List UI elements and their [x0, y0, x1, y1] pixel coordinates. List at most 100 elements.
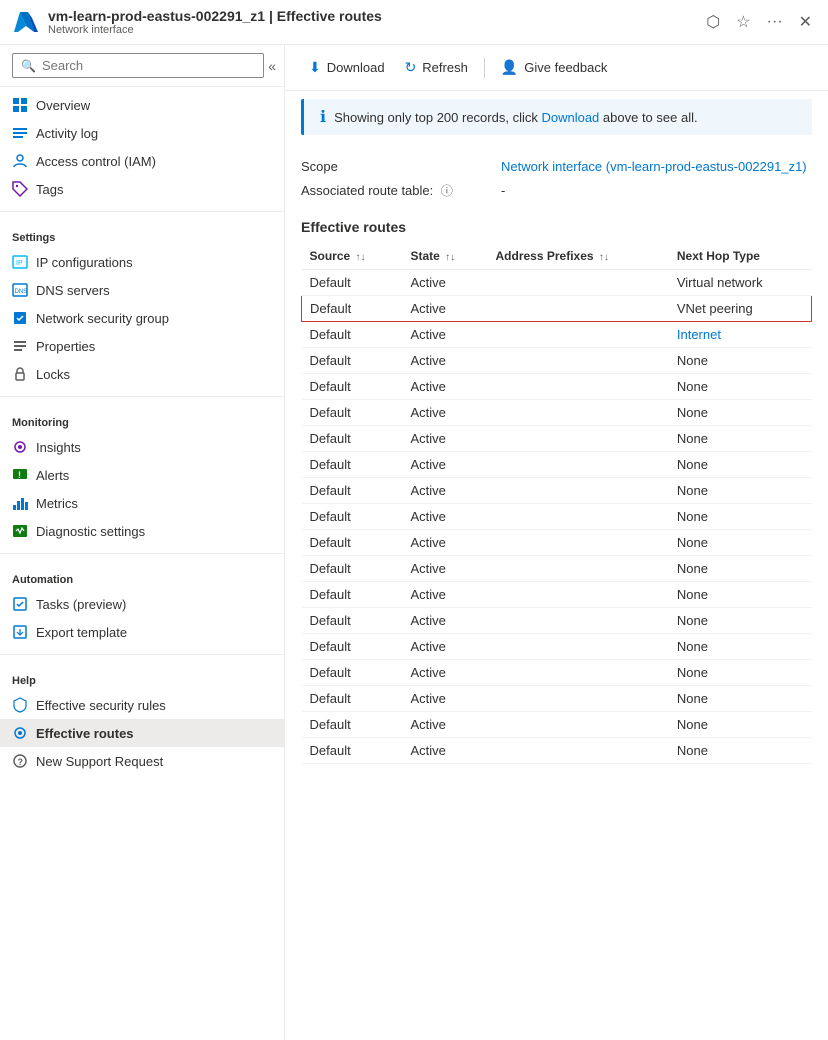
- table-row[interactable]: DefaultActiveNone: [302, 660, 812, 686]
- help-divider: [0, 654, 284, 655]
- table-row[interactable]: DefaultActiveNone: [302, 556, 812, 582]
- cell-state: Active: [402, 452, 487, 478]
- col-state: State ↑↓: [402, 243, 487, 270]
- sidebar-item-export-template[interactable]: Export template: [0, 618, 284, 646]
- cell-source: Default: [302, 452, 403, 478]
- export-icon: [12, 624, 28, 640]
- dns-icon: DNS: [12, 282, 28, 298]
- route-table-label: Associated route table: ⓘ: [301, 182, 501, 199]
- table-row[interactable]: DefaultActiveNone: [302, 608, 812, 634]
- table-row[interactable]: DefaultActiveNone: [302, 738, 812, 764]
- cell-source: Default: [302, 582, 403, 608]
- sidebar-item-tasks-preview[interactable]: Tasks (preview): [0, 590, 284, 618]
- cell-address-prefix: [488, 400, 669, 426]
- metrics-label: Metrics: [36, 496, 78, 511]
- sidebar-item-ip-configurations[interactable]: IP IP configurations: [0, 248, 284, 276]
- cell-state: Active: [402, 426, 487, 452]
- toolbar-separator: [484, 58, 485, 78]
- cell-state: Active: [402, 296, 487, 322]
- sidebar-item-dns-servers[interactable]: DNS DNS servers: [0, 276, 284, 304]
- sidebar-item-diagnostic-settings[interactable]: Diagnostic settings: [0, 517, 284, 545]
- cell-address-prefix: [488, 530, 669, 556]
- sort-state-icon[interactable]: ↑↓: [445, 252, 455, 263]
- sort-address-icon[interactable]: ↑↓: [599, 252, 609, 263]
- cell-next-hop: None: [669, 634, 812, 660]
- routes-icon: [12, 725, 28, 741]
- table-row[interactable]: DefaultActiveVNet peering: [302, 296, 812, 322]
- sidebar-item-locks[interactable]: Locks: [0, 360, 284, 388]
- activity-log-label: Activity log: [36, 126, 98, 141]
- table-row[interactable]: DefaultActiveNone: [302, 530, 812, 556]
- cell-state: Active: [402, 374, 487, 400]
- info-tooltip-icon: ⓘ: [441, 184, 453, 198]
- table-row[interactable]: DefaultActiveNone: [302, 582, 812, 608]
- cell-source: Default: [302, 556, 403, 582]
- more-button[interactable]: ···: [763, 9, 787, 35]
- refresh-button[interactable]: ↻ Refresh: [397, 55, 476, 80]
- col-next-hop-type: Next Hop Type: [669, 243, 812, 270]
- cell-next-hop: None: [669, 582, 812, 608]
- download-link[interactable]: Download: [541, 110, 599, 125]
- sidebar-item-network-security-group[interactable]: Network security group: [0, 304, 284, 332]
- effective-security-rules-label: Effective security rules: [36, 698, 166, 713]
- table-row[interactable]: DefaultActiveNone: [302, 712, 812, 738]
- sidebar-item-tags[interactable]: Tags: [0, 175, 284, 203]
- sidebar-item-access-control[interactable]: Access control (IAM): [0, 147, 284, 175]
- next-hop-link[interactable]: Internet: [677, 327, 721, 342]
- metrics-icon: [12, 495, 28, 511]
- cell-address-prefix: [488, 374, 669, 400]
- favorite-button[interactable]: ☆: [732, 8, 754, 36]
- sidebar-item-insights[interactable]: Insights: [0, 433, 284, 461]
- sidebar-item-effective-security-rules[interactable]: Effective security rules: [0, 691, 284, 719]
- tasks-label: Tasks (preview): [36, 597, 126, 612]
- feedback-button[interactable]: 👤 Give feedback: [493, 55, 616, 80]
- sidebar-item-metrics[interactable]: Metrics: [0, 489, 284, 517]
- scope-label: Scope: [301, 159, 501, 174]
- cell-address-prefix: [488, 660, 669, 686]
- table-row[interactable]: DefaultActiveVirtual network: [302, 270, 812, 296]
- cell-source: Default: [302, 270, 403, 296]
- collapse-button[interactable]: «: [268, 58, 276, 74]
- cell-address-prefix: [488, 738, 669, 764]
- pin-button[interactable]: ⬡: [702, 8, 724, 36]
- sidebar-item-alerts[interactable]: ! Alerts: [0, 461, 284, 489]
- table-row[interactable]: DefaultActiveNone: [302, 374, 812, 400]
- header-titles: vm-learn-prod-eastus-002291_z1 | Effecti…: [48, 8, 694, 36]
- search-box[interactable]: 🔍: [12, 53, 264, 78]
- sidebar-item-activity-log[interactable]: Activity log: [0, 119, 284, 147]
- close-button[interactable]: ✕: [795, 8, 816, 36]
- sidebar-item-new-support-request[interactable]: ? New Support Request: [0, 747, 284, 775]
- settings-section-label: Settings: [0, 220, 284, 248]
- download-icon: ⬇: [309, 59, 321, 76]
- table-row[interactable]: DefaultActiveNone: [302, 478, 812, 504]
- table-row[interactable]: DefaultActiveNone: [302, 452, 812, 478]
- search-input[interactable]: [42, 58, 255, 73]
- table-row[interactable]: DefaultActiveNone: [302, 348, 812, 374]
- monitoring-divider: [0, 396, 284, 397]
- table-row[interactable]: DefaultActiveNone: [302, 686, 812, 712]
- cell-source: Default: [302, 400, 403, 426]
- table-row[interactable]: DefaultActiveNone: [302, 426, 812, 452]
- sidebar-item-overview[interactable]: Overview: [0, 91, 284, 119]
- cell-state: Active: [402, 270, 487, 296]
- cell-address-prefix: [488, 712, 669, 738]
- cell-address-prefix: [488, 348, 669, 374]
- table-row[interactable]: DefaultActiveNone: [302, 504, 812, 530]
- cell-state: Active: [402, 556, 487, 582]
- sidebar-item-properties[interactable]: Properties: [0, 332, 284, 360]
- cell-next-hop: None: [669, 738, 812, 764]
- sort-source-icon[interactable]: ↑↓: [356, 252, 366, 263]
- table-row[interactable]: DefaultActiveNone: [302, 634, 812, 660]
- alerts-icon: !: [12, 467, 28, 483]
- cell-address-prefix: [488, 686, 669, 712]
- route-table-value: -: [501, 183, 505, 198]
- table-row[interactable]: DefaultActiveInternet: [302, 322, 812, 348]
- table-row[interactable]: DefaultActiveNone: [302, 400, 812, 426]
- sidebar-item-effective-routes[interactable]: Effective routes: [0, 719, 284, 747]
- cell-source: Default: [302, 374, 403, 400]
- download-button[interactable]: ⬇ Download: [301, 55, 393, 80]
- cell-address-prefix: [488, 426, 669, 452]
- routes-table: Source ↑↓ State ↑↓ Address Prefixes ↑↓: [301, 243, 812, 764]
- header-actions: ⬡ ☆ ··· ✕: [702, 8, 816, 36]
- cell-address-prefix: [488, 452, 669, 478]
